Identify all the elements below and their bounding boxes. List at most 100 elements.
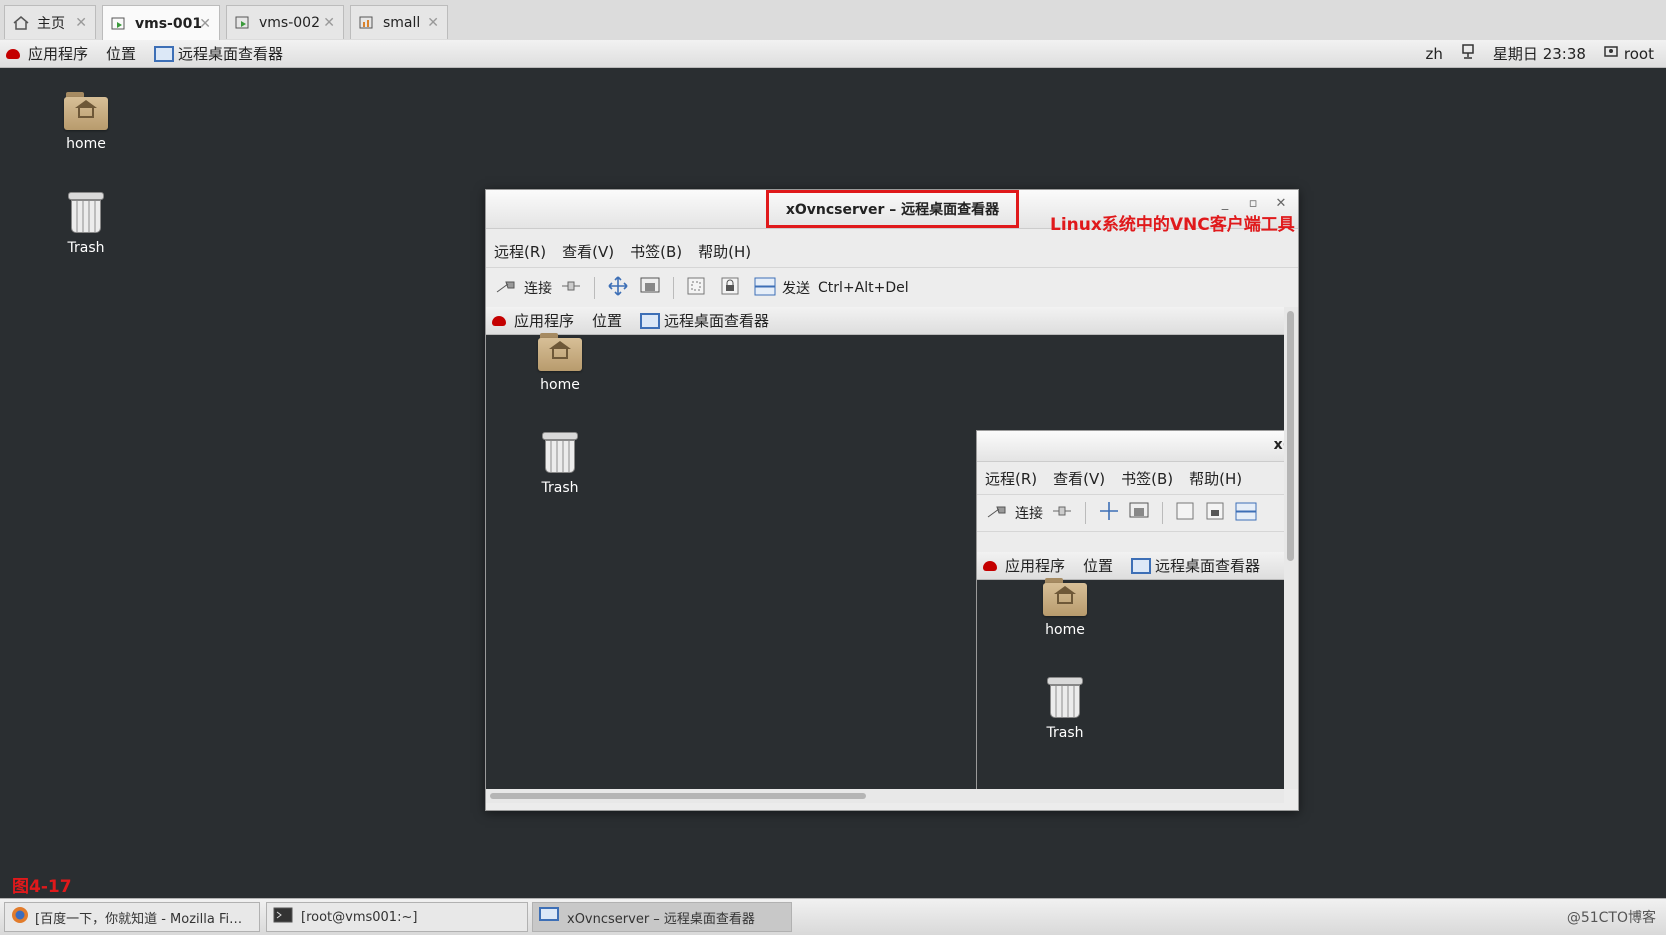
horizontal-scrollbar[interactable]: [486, 789, 1284, 803]
send-label: 发送: [782, 281, 810, 297]
nested-title-bar[interactable]: x(: [977, 431, 1284, 462]
trash-icon: [1047, 677, 1083, 719]
viewer-launcher[interactable]: 远程桌面查看器: [1131, 555, 1260, 576]
connect-label: 连接: [524, 281, 552, 297]
menu-bookmarks[interactable]: 书签(B): [630, 241, 682, 262]
viewer-launcher[interactable]: 远程桌面查看器: [154, 43, 283, 64]
redhat-icon: [6, 48, 20, 59]
disconnect-icon[interactable]: [560, 278, 582, 298]
menu-remote[interactable]: 远程(R): [494, 241, 546, 262]
fullscreen-icon[interactable]: [1098, 500, 1120, 526]
tab-label: small: [383, 14, 421, 31]
icon-label: home: [540, 377, 580, 393]
close-icon[interactable]: ✕: [427, 15, 439, 31]
tab-vms-002[interactable]: vms-002 ✕: [226, 5, 344, 39]
menu-help[interactable]: 帮助(H): [698, 241, 751, 262]
tab-label: 主页: [37, 15, 65, 32]
window-title: xOvncserver – 远程桌面查看器: [766, 190, 1019, 228]
menu-bookmarks[interactable]: 书签(B): [1121, 468, 1173, 489]
taskbar-item-terminal[interactable]: [root@vms001:~]: [266, 902, 528, 932]
watermark: @51CTO博客: [1566, 910, 1656, 926]
home-folder-icon: [1043, 578, 1087, 616]
bottom-taskbar: [百度一下，你就知道 - Mozilla Fi… [root@vms001:~]…: [0, 898, 1666, 935]
lang-label: zh: [1425, 44, 1443, 63]
desktop-icon-trash[interactable]: Trash: [46, 192, 126, 256]
remote-top-panel: 应用程序 位置 远程桌面查看器: [486, 307, 1284, 335]
nested-icon-home[interactable]: home: [1025, 578, 1105, 638]
task-label: [root@vms001:~]: [301, 909, 418, 925]
vertical-scrollbar[interactable]: [1284, 307, 1298, 789]
disconnect-icon[interactable]: [1051, 503, 1073, 523]
places-menu[interactable]: 位置: [1083, 555, 1113, 576]
scaling-icon[interactable]: [1175, 501, 1195, 525]
gnome-top-panel: 应用程序 位置 远程桌面查看器 zh 星期日 23:38 root: [0, 40, 1666, 68]
places-label: 位置: [1083, 557, 1114, 575]
applications-menu[interactable]: 应用程序: [6, 43, 88, 64]
tab-home[interactable]: 主页 ✕: [4, 5, 96, 39]
desktop-icon-home[interactable]: home: [46, 92, 126, 152]
connect-button[interactable]: 连接: [496, 277, 552, 299]
remote-desktop-icon: [154, 45, 175, 62]
trash-icon: [68, 192, 104, 234]
tab-small[interactable]: small ✕: [350, 5, 448, 39]
home-folder-icon: [64, 92, 108, 130]
taskbar-item-vnc-viewer[interactable]: xOvncserver – 远程桌面查看器: [532, 902, 792, 932]
lock-icon[interactable]: [1205, 501, 1225, 525]
scaling-icon[interactable]: [686, 276, 706, 300]
fullscreen-icon[interactable]: [607, 275, 629, 301]
keyboard-icon[interactable]: [1235, 501, 1257, 525]
screenshot-icon[interactable]: [1128, 500, 1150, 526]
viewer-label: 远程桌面查看器: [178, 45, 284, 63]
viewer-label: 远程桌面查看器: [664, 312, 770, 330]
icon-label: home: [1045, 622, 1085, 638]
menu-view[interactable]: 查看(V): [1053, 468, 1105, 489]
network-icon: [1461, 43, 1475, 64]
remote-icon-trash[interactable]: Trash: [520, 432, 600, 496]
menu-view[interactable]: 查看(V): [562, 241, 614, 262]
redhat-icon: [492, 315, 506, 326]
nested-icon-trash[interactable]: Trash: [1025, 677, 1105, 741]
scrollbar-thumb[interactable]: [1287, 311, 1294, 561]
applications-label: 应用程序: [1005, 557, 1066, 575]
tab-vms-001[interactable]: vms-001 ✕: [102, 5, 220, 41]
menu-remote[interactable]: 远程(R): [985, 468, 1037, 489]
clock[interactable]: 星期日 23:38: [1493, 43, 1586, 64]
close-icon[interactable]: ✕: [75, 15, 87, 31]
scrollbar-thumb[interactable]: [490, 793, 866, 799]
keyboard-icon: [754, 276, 776, 300]
applications-menu[interactable]: 应用程序: [983, 555, 1065, 576]
close-icon[interactable]: ✕: [323, 15, 335, 31]
user-menu[interactable]: root: [1604, 45, 1654, 63]
places-menu[interactable]: 位置: [106, 43, 136, 64]
viewer-label: 远程桌面查看器: [1155, 557, 1261, 575]
remote-viewport[interactable]: 应用程序 位置 远程桌面查看器 home Trash x( 远程(R): [486, 307, 1284, 789]
connect-button[interactable]: 连接: [987, 502, 1043, 524]
taskbar-item-firefox[interactable]: [百度一下，你就知道 - Mozilla Fi…: [4, 902, 260, 932]
toolbar: 连接 发送 Ctrl+Alt+Del: [486, 267, 1298, 309]
input-method[interactable]: zh: [1426, 45, 1443, 63]
terminal-icon: [273, 907, 293, 927]
viewer-launcher[interactable]: 远程桌面查看器: [640, 310, 769, 331]
tab-label: vms-002: [259, 14, 320, 31]
nested-viewport[interactable]: 应用程序 位置 远程桌面查看器 home Trash: [977, 552, 1284, 789]
shortcut-label: Ctrl+Alt+Del: [818, 280, 909, 296]
screenshot-icon[interactable]: [639, 275, 661, 301]
close-icon[interactable]: ✕: [199, 16, 211, 32]
remote-icon-home[interactable]: home: [520, 333, 600, 393]
icon-label: Trash: [541, 480, 579, 496]
vm-icon: [111, 17, 127, 31]
network-indicator[interactable]: [1461, 43, 1475, 64]
places-menu[interactable]: 位置: [592, 310, 622, 331]
vnc-viewer-window: xOvncserver – 远程桌面查看器 _ ▫ ✕ Linux系统中的VNC…: [485, 189, 1299, 811]
places-label: 位置: [106, 45, 137, 63]
figure-label: 图4-17: [12, 877, 72, 897]
applications-menu[interactable]: 应用程序: [492, 310, 574, 331]
lock-icon[interactable]: [720, 276, 740, 300]
send-ctrl-alt-del-button[interactable]: 发送 Ctrl+Alt+Del: [754, 277, 909, 299]
tab-label: vms-001: [135, 15, 203, 32]
applications-label: 应用程序: [514, 312, 575, 330]
vmware-tab-bar: 主页 ✕ vms-001 ✕ vms-002 ✕ small ✕: [0, 0, 1666, 41]
home-folder-icon: [538, 333, 582, 371]
menu-help[interactable]: 帮助(H): [1189, 468, 1242, 489]
plug-icon: [987, 503, 1009, 523]
